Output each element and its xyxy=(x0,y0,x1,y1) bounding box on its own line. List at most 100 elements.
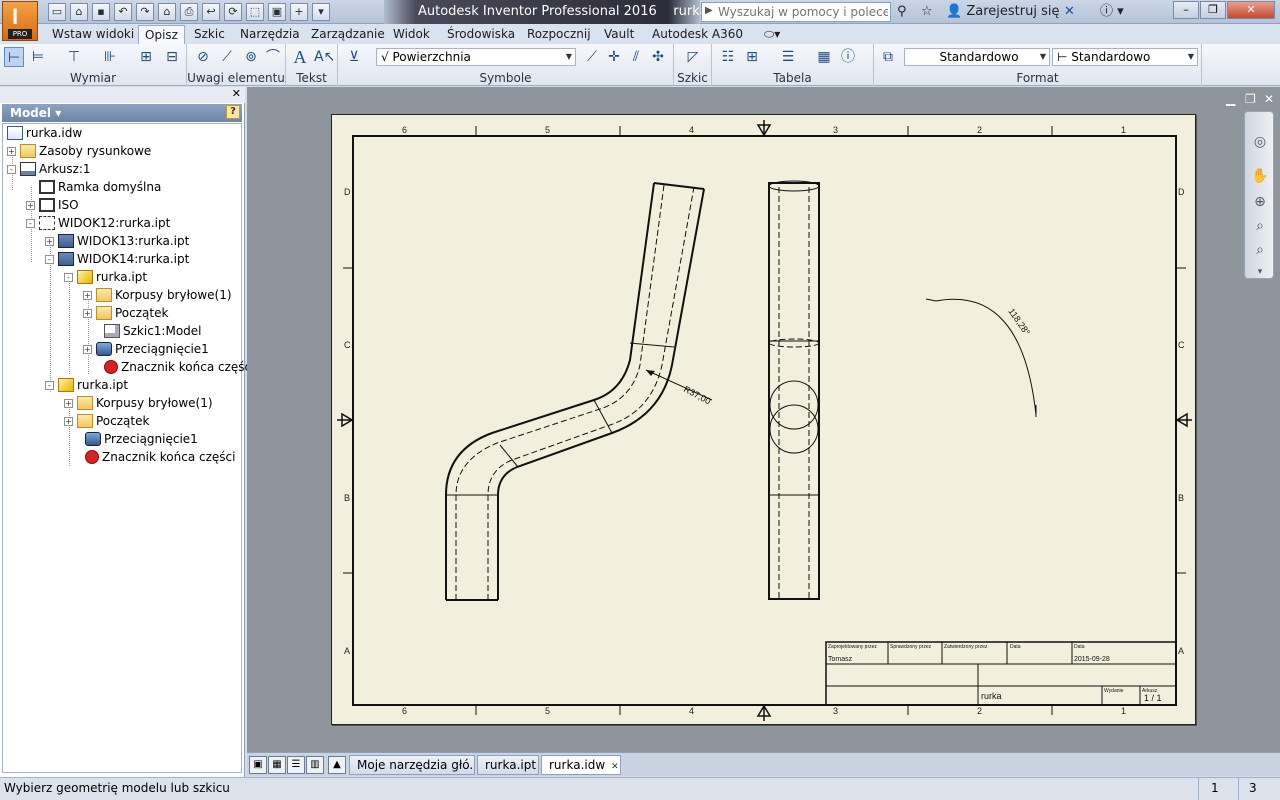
tree-node[interactable]: - rurka.ipt xyxy=(45,376,128,394)
undo-icon[interactable]: ↶ xyxy=(114,3,132,21)
close-button[interactable]: ✕ xyxy=(1227,1,1275,19)
project-icon[interactable]: ▣ xyxy=(268,3,286,21)
tab-vault[interactable]: Vault xyxy=(598,25,640,44)
chain-dimension-icon[interactable]: ⊪ xyxy=(100,47,120,67)
tab-rurka-idw[interactable]: rurka.idw ✕ xyxy=(541,755,621,775)
tab-get-started[interactable]: Rozpocznij xyxy=(521,25,597,44)
graphics-window[interactable]: ▁ ❐ ✕ 6 5 4 3 2 1 6 5 4 3 2 1 D C B A D … xyxy=(247,87,1280,752)
collapse-icon[interactable]: - xyxy=(26,218,35,228)
tab-menu-icon[interactable]: ▲ xyxy=(328,756,346,774)
plus-icon[interactable]: + xyxy=(290,3,308,21)
open-folder-icon[interactable]: ⌂ xyxy=(70,3,88,21)
new-file-icon[interactable]: ▭ xyxy=(48,3,66,21)
balloon-icon[interactable]: ⊞ xyxy=(742,47,762,67)
navbar-menu-icon[interactable]: ▾ xyxy=(1250,262,1270,282)
return-icon[interactable]: ↩ xyxy=(202,3,220,21)
tab-a360[interactable]: Autodesk A360 xyxy=(646,25,749,44)
expand-icon[interactable]: + xyxy=(64,398,73,408)
tree-node[interactable]: + WIDOK13:rurka.ipt xyxy=(45,232,189,250)
surface-combo[interactable]: √ Powierzchnia ▼ xyxy=(376,48,576,66)
tile-icon[interactable]: ▦ xyxy=(268,756,286,774)
browser-help-button[interactable]: ? xyxy=(226,105,240,119)
hole-note-icon[interactable]: ⊘ xyxy=(193,47,213,67)
print-icon[interactable]: ⎙ xyxy=(180,3,198,21)
tree-node[interactable]: + Korpusy bryłowe(1) xyxy=(64,394,213,412)
text-icon[interactable]: A xyxy=(290,47,310,67)
parts-list-icon[interactable]: ☷ xyxy=(718,47,738,67)
tab-sketch[interactable]: Szkic xyxy=(188,25,231,44)
tree-node[interactable]: + Zasoby rysunkowe xyxy=(7,142,151,160)
expand-icon[interactable]: + xyxy=(83,308,92,318)
expand-icon[interactable]: + xyxy=(26,200,35,210)
tree-node[interactable]: Ramka domyślna xyxy=(39,178,161,196)
tab-rurka-ipt[interactable]: rurka.ipt xyxy=(477,755,539,775)
help-button[interactable]: ⓘ ?▾ xyxy=(1100,2,1124,22)
centerline-bisector-icon[interactable]: ⫽ xyxy=(626,47,646,67)
tree-node[interactable]: + Początek xyxy=(83,304,168,322)
doc-close-icon[interactable]: ✕ xyxy=(1264,92,1274,106)
collapse-icon[interactable]: - xyxy=(45,254,54,264)
restore-button[interactable]: ❐ xyxy=(1200,1,1226,19)
steering-wheel-icon[interactable]: ◎ xyxy=(1250,132,1270,152)
tree-node[interactable]: + Początek xyxy=(64,412,149,430)
zoom-window-icon[interactable]: ⌕ xyxy=(1250,240,1270,260)
close-tab-icon[interactable]: ✕ xyxy=(611,762,619,772)
tree-node[interactable]: Przeciągnięcie1 xyxy=(85,430,198,448)
general-table-icon[interactable]: ▦ xyxy=(814,47,834,67)
tab-my-home[interactable]: Moje narzędzia głó... xyxy=(349,755,475,775)
style-combo[interactable]: Standardowo ▼ xyxy=(904,48,1050,66)
home-icon[interactable]: ⌂ xyxy=(158,3,176,21)
doc-restore-icon[interactable]: ❐ xyxy=(1245,92,1256,106)
punch-note-icon[interactable]: ⊚ xyxy=(241,47,261,67)
update-icon[interactable]: ⟳ xyxy=(224,3,242,21)
pan-hand-icon[interactable]: ✋ xyxy=(1250,166,1270,186)
tree-node[interactable]: - Arkusz:1 xyxy=(7,160,91,178)
tab-environments[interactable]: Środowiska xyxy=(441,25,521,44)
tree-node[interactable]: Znacznik końca części xyxy=(104,358,254,376)
zoom-icon[interactable]: ⊕ xyxy=(1250,192,1270,212)
search-expand-icon[interactable]: ▶ xyxy=(705,5,713,16)
hole-table-icon[interactable]: ⓘ xyxy=(838,47,858,67)
expand-icon[interactable]: + xyxy=(45,236,54,246)
help-search-input[interactable] xyxy=(718,4,888,20)
expand-icon[interactable]: + xyxy=(64,416,73,426)
centerline-icon[interactable]: ⟋ xyxy=(582,47,602,67)
tree-node[interactable]: - WIDOK14:rurka.ipt xyxy=(45,250,189,268)
collapse-icon[interactable]: - xyxy=(7,164,16,174)
tree-node[interactable]: + Przeciągnięcie1 xyxy=(83,340,209,358)
leader-text-icon[interactable]: A↖ xyxy=(314,47,335,67)
browser-header[interactable]: Model ▾ ? xyxy=(2,104,242,122)
tile-vertical-icon[interactable]: ▥ xyxy=(306,756,324,774)
expand-icon[interactable]: + xyxy=(7,146,16,156)
tab-tools[interactable]: Narzędzia xyxy=(234,25,306,44)
start-sketch-icon[interactable]: ◸ xyxy=(683,47,703,67)
select-icon[interactable]: ⬚ xyxy=(246,3,264,21)
bend-note-icon[interactable]: ⌒ xyxy=(263,47,283,67)
tree-node[interactable]: + ISO xyxy=(26,196,79,214)
arrange-dimension-icon[interactable]: ⊞ xyxy=(136,47,156,67)
tab-manage[interactable]: Zarządzanie xyxy=(305,25,391,44)
baseline-dimension-icon[interactable]: ⊨ xyxy=(28,47,48,67)
ordinate-dimension-icon[interactable]: ⊤ xyxy=(64,47,84,67)
layer-combo[interactable]: ⊢ Standardowo ▼ xyxy=(1052,48,1198,66)
ribbon-toggle-icon[interactable]: ⬭▾ xyxy=(758,25,786,44)
tab-annotate[interactable]: Opisz xyxy=(138,25,185,44)
binoculars-icon[interactable]: ⚲ xyxy=(897,2,907,22)
tree-node[interactable]: Szkic1:Model xyxy=(104,322,202,340)
favorites-star-icon[interactable]: ☆ xyxy=(921,2,933,22)
cascade-icon[interactable]: ▣ xyxy=(249,756,267,774)
retrieve-dimension-icon[interactable]: ⊟ xyxy=(162,47,182,67)
close-browser-icon[interactable]: ✕ xyxy=(232,87,241,100)
minimize-button[interactable]: – xyxy=(1173,1,1199,19)
expand-icon[interactable]: + xyxy=(83,344,92,354)
tile-horizontal-icon[interactable]: ☰ xyxy=(287,756,305,774)
app-menu-button[interactable]: I PRO xyxy=(2,1,38,41)
doc-minimize-icon[interactable]: ▁ xyxy=(1226,92,1235,106)
tree-node[interactable]: - WIDOK12:rurka.ipt xyxy=(26,214,170,232)
zoom-all-icon[interactable]: ⌕ xyxy=(1250,216,1270,236)
signin-button[interactable]: 👤 Zarejestruj się xyxy=(946,2,1059,22)
tab-view[interactable]: Widok xyxy=(387,25,436,44)
collapse-icon[interactable]: - xyxy=(45,380,54,390)
dimension-icon[interactable]: ⊢ xyxy=(4,47,24,67)
collapse-icon[interactable]: - xyxy=(64,272,73,282)
